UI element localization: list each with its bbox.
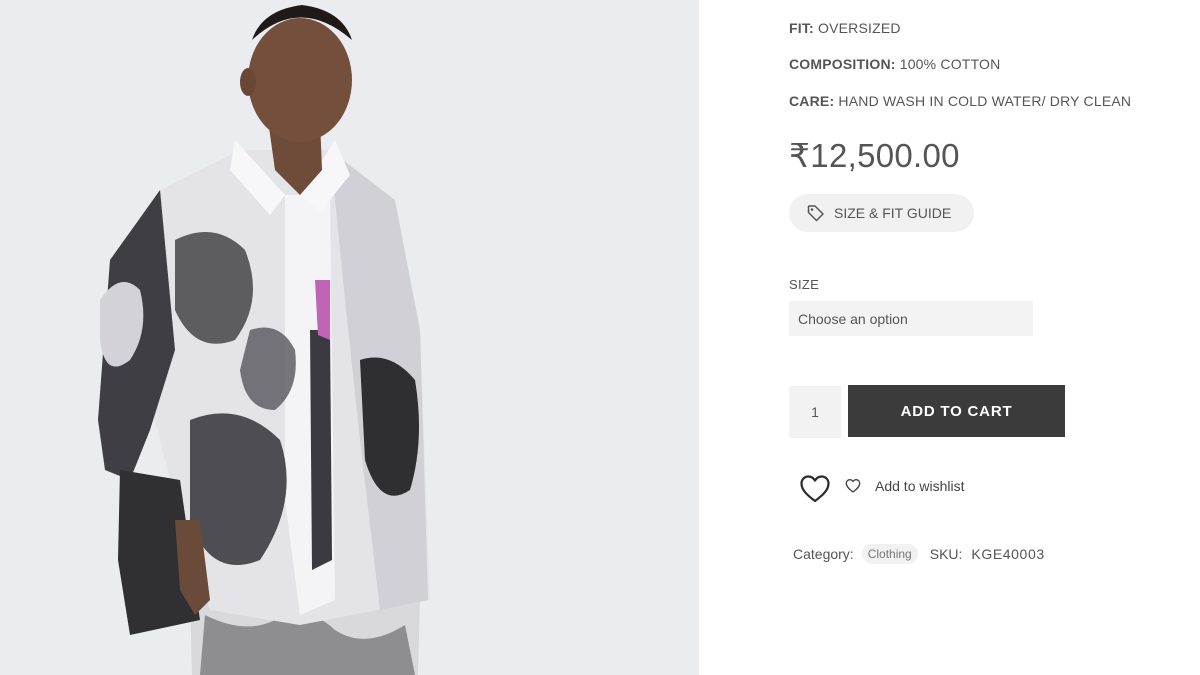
model-illustration xyxy=(0,0,699,675)
sku-label: SKU: xyxy=(929,546,963,562)
spec-care-key: CARE: xyxy=(789,93,835,109)
size-label: SIZE xyxy=(789,277,820,292)
spec-fit-key: FIT: xyxy=(789,20,814,36)
wishlist-label: Add to wishlist xyxy=(875,478,965,494)
product-details: FIT: OVERSIZED COMPOSITION: 100% COTTON … xyxy=(789,0,1189,675)
product-page: FIT: OVERSIZED COMPOSITION: 100% COTTON … xyxy=(0,0,1200,675)
add-to-cart-label: ADD TO CART xyxy=(900,402,1013,420)
category-link[interactable]: Clothing xyxy=(861,544,918,564)
size-fit-guide-label: SIZE & FIT GUIDE xyxy=(834,205,952,221)
sku-value: KGE40003 xyxy=(971,546,1045,562)
quantity-value: 1 xyxy=(811,404,819,420)
product-price: ₹12,500.00 xyxy=(789,137,960,174)
category-label: Category: xyxy=(793,546,854,562)
add-to-cart-button[interactable]: ADD TO CART xyxy=(848,385,1065,437)
quantity-input[interactable]: 1 xyxy=(789,386,841,438)
spec-fit-value: OVERSIZED xyxy=(813,20,901,36)
spec-care-value: HAND WASH IN COLD WATER/ DRY CLEAN xyxy=(834,93,1132,109)
size-select[interactable]: Choose an option xyxy=(789,301,1033,336)
tag-icon xyxy=(806,203,826,223)
spec-composition-key: COMPOSITION: xyxy=(789,56,896,72)
spec-composition-value: 100% COTTON xyxy=(895,56,1001,72)
product-image[interactable] xyxy=(0,0,699,675)
size-select-value: Choose an option xyxy=(798,310,908,327)
product-meta: Category: Clothing SKU: KGE40003 xyxy=(793,544,1045,564)
heart-small-icon xyxy=(845,478,861,494)
add-to-wishlist-link[interactable]: Add to wishlist xyxy=(845,478,964,494)
heart-icon[interactable] xyxy=(799,474,831,504)
size-fit-guide-button[interactable]: SIZE & FIT GUIDE xyxy=(789,194,974,232)
spec-fit: FIT: OVERSIZED xyxy=(789,20,901,36)
spec-care: CARE: HAND WASH IN COLD WATER/ DRY CLEAN xyxy=(789,93,1131,109)
spec-composition: COMPOSITION: 100% COTTON xyxy=(789,56,1000,72)
